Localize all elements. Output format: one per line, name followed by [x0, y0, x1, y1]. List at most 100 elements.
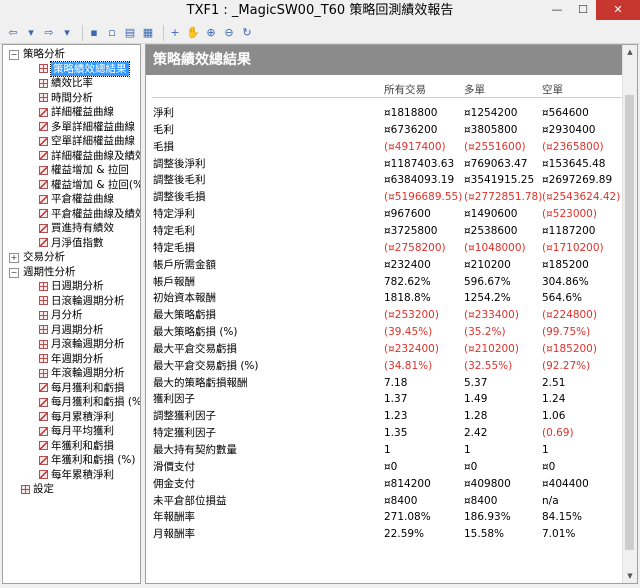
window-icon[interactable]: ▦ [141, 25, 155, 41]
tree-item-label: 詳細權益曲線及績效 [51, 149, 141, 162]
metric-value: (¤4917400) [384, 140, 446, 153]
metric-value: ¤1490600 [464, 208, 518, 221]
close-button[interactable]: ✕ [596, 0, 640, 20]
table-icon [39, 93, 48, 102]
tree-item-label: 交易分析 [23, 251, 65, 263]
metric-value: (35.2%) [464, 326, 506, 339]
chart-icon [39, 383, 48, 392]
expand-icon[interactable]: + [9, 253, 19, 263]
metric-value: (¤185200) [542, 342, 597, 355]
tree-item-label: 年獲利和虧損 (%) [51, 454, 136, 466]
table-row: 獲利因子 1.37 1.49 1.24 [146, 391, 624, 408]
tree-item[interactable]: + 交易分析 [3, 250, 140, 265]
tree-item[interactable]: 年獲利和虧損 [3, 439, 140, 454]
report-title: 策略績效總結果 [146, 45, 624, 75]
table-row: 最大策略虧損 (%) (39.45%) (35.2%) (99.75%) [146, 324, 624, 341]
tree-item[interactable]: 權益增加 & 拉回 [3, 163, 140, 178]
table-icon [39, 368, 48, 378]
table-row: 最大持有契約數量 1 1 1 [146, 442, 624, 459]
tree-item[interactable]: 每月獲利和虧損 (%) [3, 395, 140, 410]
metric-value: ¤769063.47 [464, 157, 528, 170]
metric-label: 調整後毛利 [153, 174, 206, 187]
tree-item[interactable]: 平倉權益曲線及績效 [3, 207, 140, 222]
print-icon[interactable]: ▤ [123, 25, 137, 41]
tree-item-label: 多單詳細權益曲線 [51, 120, 135, 133]
tree-item[interactable]: 日週期分析 [3, 279, 140, 294]
tree-item-label: 策略績效總結果 [50, 60, 130, 77]
metric-label: 帳戶報酬 [153, 275, 195, 288]
pointer-icon[interactable]: + [168, 25, 182, 41]
tree-item[interactable]: 平倉權益曲線 [3, 192, 140, 207]
metric-label: 滑價支付 [153, 460, 195, 473]
tree-item[interactable]: 年週期分析 [3, 352, 140, 367]
tree-item[interactable]: 設定 [3, 482, 140, 497]
tree-item[interactable]: 多單詳細權益曲線 [3, 120, 140, 135]
tree-item[interactable]: − 週期性分析 [3, 265, 140, 280]
metric-value: ¤404400 [542, 477, 589, 490]
metric-value: 1.23 [384, 410, 408, 423]
metric-value: ¤814200 [384, 477, 431, 490]
vertical-scrollbar[interactable]: ▲ ▼ [622, 45, 637, 583]
tree-item[interactable]: 每月累積淨利 [3, 410, 140, 425]
scrollbar-thumb[interactable] [625, 95, 634, 550]
table-row: 淨利 ¤1818800 ¤1254200 ¤564600 [146, 105, 624, 122]
metric-value: ¤1187200 [542, 224, 596, 237]
metric-value: 5.37 [464, 376, 488, 389]
tree-item[interactable]: 策略績效總結果 [3, 60, 140, 77]
tree-item[interactable]: 權益增加 & 拉回(%) [3, 178, 140, 193]
collapse-icon[interactable]: − [9, 267, 19, 278]
tree-item[interactable]: 年獲利和虧損 (%) [3, 453, 140, 468]
toolbar-separator [82, 24, 83, 41]
dropdown-arrow-icon[interactable]: ▾ [24, 25, 38, 41]
tree-item[interactable]: 詳細權益曲線及績效 [3, 149, 141, 164]
table-row: 滑價支付 ¤0 ¤0 ¤0 [146, 459, 624, 476]
tree-item[interactable]: 每年累積淨利 [3, 468, 140, 483]
metric-value: ¤185200 [542, 258, 589, 271]
tree-item[interactable]: 日滾輪週期分析 [3, 294, 140, 309]
metric-value: (¤2551600) [464, 140, 526, 153]
chart-icon [39, 397, 48, 407]
metric-value: 7.01% [542, 528, 576, 541]
maximize-button[interactable]: ☐ [570, 0, 596, 20]
tree-item-label: 績效比率 [51, 77, 93, 89]
chart-icon [39, 441, 48, 450]
tree-item[interactable]: 詳細權益曲線 [3, 105, 140, 120]
tree-item[interactable]: 月滾輪週期分析 [3, 337, 140, 352]
tree-item[interactable]: 空單詳細權益曲線 [3, 134, 140, 149]
tree-item[interactable]: − 策略分析 [3, 47, 140, 62]
metric-value: ¤0 [464, 460, 478, 473]
tree-item-label: 日週期分析 [51, 280, 104, 292]
pan-hand-icon[interactable]: ✋ [186, 25, 200, 41]
save-icon[interactable]: ▪ [87, 25, 101, 41]
tree-item[interactable]: 年滾輪週期分析 [3, 366, 140, 381]
refresh-icon[interactable]: ↻ [240, 25, 254, 41]
tree-item[interactable]: 月週期分析 [3, 323, 140, 338]
tree-item[interactable]: 時間分析 [3, 91, 140, 106]
metric-label: 調整後毛損 [153, 191, 206, 204]
tree-item[interactable]: 月淨值指數 [3, 236, 140, 251]
collapse-icon[interactable]: − [9, 50, 19, 60]
table-row: 佣金支付 ¤814200 ¤409800 ¤404400 [146, 476, 624, 493]
tree-item-label: 月分析 [51, 309, 83, 321]
tree-item[interactable]: 每月平均獲利 [3, 424, 140, 439]
forward-arrow-icon[interactable]: ⇨ [42, 25, 56, 41]
scroll-up-arrow-icon[interactable]: ▲ [623, 45, 637, 59]
zoom-out-icon[interactable]: ⊖ [222, 25, 236, 41]
navigation-tree[interactable]: − 策略分析 策略績效總結果 績效比率時間分析 詳細權益曲線 多單詳細權益曲線 空單詳細權益… [2, 44, 141, 584]
metric-value: 596.67% [464, 275, 511, 288]
tree-item[interactable]: 每月獲利和虧損 [3, 381, 140, 396]
metric-value: ¤153645.48 [542, 157, 606, 170]
dropdown-arrow-icon[interactable]: ▾ [60, 25, 74, 41]
metric-value: 1254.2% [464, 292, 511, 305]
preview-icon[interactable]: ▫ [105, 25, 119, 41]
metric-value: (¤1048000) [464, 241, 526, 254]
tree-item-label: 日滾輪週期分析 [51, 294, 125, 307]
tree-item[interactable]: 月分析 [3, 308, 140, 323]
tree-item-label: 平倉權益曲線 [51, 193, 114, 205]
minimize-button[interactable]: — [544, 0, 570, 20]
back-arrow-icon[interactable]: ⇦ [6, 25, 20, 41]
scroll-down-arrow-icon[interactable]: ▼ [623, 569, 637, 583]
tree-item[interactable]: 績效比率 [3, 76, 140, 91]
zoom-in-icon[interactable]: ⊕ [204, 25, 218, 41]
tree-item[interactable]: 買進持有績效 [3, 221, 140, 236]
